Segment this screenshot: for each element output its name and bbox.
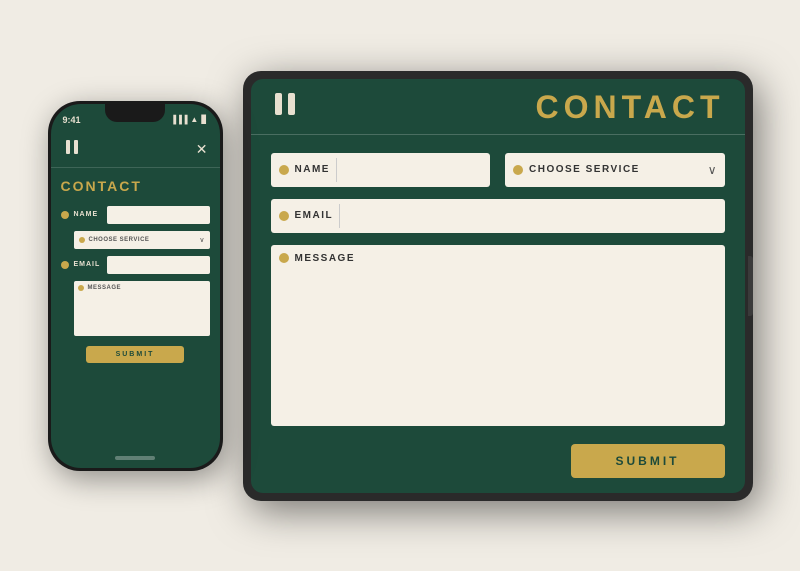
tablet-logo — [271, 90, 299, 132]
service-arrow-icon: ∨ — [199, 236, 204, 244]
phone-service-row[interactable]: CHOOSE SERVICE ∨ — [74, 231, 210, 249]
phone-service-label: CHOOSE SERVICE — [89, 237, 200, 243]
phone-message-field: MESSAGE — [74, 281, 210, 336]
phone-logo — [63, 138, 81, 161]
close-icon[interactable]: ✕ — [196, 141, 208, 158]
tablet-power-button — [748, 256, 753, 316]
tablet-message-field: MESSAGE — [271, 245, 725, 426]
phone-email-input[interactable] — [107, 256, 210, 274]
phone-device: 9:41 ▐▐▐ ▲ ▊ ✕ CONTACT — [48, 101, 223, 471]
phone-email-label: EMAIL — [74, 261, 102, 268]
tablet-name-dot — [279, 165, 289, 175]
message-dot — [78, 285, 84, 291]
phone-status-icons: ▐▐▐ ▲ ▊ — [170, 115, 207, 124]
service-dot — [79, 237, 85, 243]
phone-notch — [105, 104, 165, 122]
phone-name-label: NAME — [74, 211, 102, 218]
phone-name-input[interactable] — [107, 206, 210, 224]
name-dot — [61, 211, 69, 219]
tablet-page-title: CONTACT — [535, 89, 724, 134]
tablet-form: NAME CHOOSE SERVICE ∨ EMAIL — [251, 135, 745, 444]
tablet-email-label: EMAIL — [295, 210, 334, 221]
tablet-service-label: CHOOSE SERVICE — [529, 164, 702, 175]
phone-time: 9:41 — [63, 115, 81, 125]
tablet-device: CONTACT NAME CHOOSE SERVICE ∨ — [243, 71, 753, 501]
tablet-email-field: EMAIL — [271, 199, 725, 233]
email-dot — [61, 261, 69, 269]
tablet-message-dot — [279, 253, 289, 263]
battery-icon: ▊ — [201, 115, 207, 124]
service-dropdown-arrow-icon: ∨ — [708, 163, 717, 177]
phone-email-row: EMAIL — [61, 256, 210, 274]
phone-submit-row: SUBMIT — [61, 346, 210, 363]
phone-submit-button[interactable]: SUBMIT — [86, 346, 185, 363]
tablet-name-input[interactable] — [336, 158, 482, 182]
tablet-message-label: MESSAGE — [295, 253, 356, 264]
signal-icon: ▐▐▐ — [170, 115, 187, 124]
phone-content: CONTACT NAME CHOOSE SERVICE ∨ EMAIL — [51, 168, 220, 448]
phone-header: ✕ — [51, 132, 220, 168]
tablet-row-1: NAME CHOOSE SERVICE ∨ — [271, 153, 725, 187]
phone-page-title: CONTACT — [61, 178, 210, 194]
home-indicator — [115, 456, 155, 460]
tablet-header: CONTACT — [251, 79, 745, 135]
tablet-service-dot — [513, 165, 523, 175]
phone-message-label: MESSAGE — [88, 285, 122, 332]
wifi-icon: ▲ — [190, 115, 198, 124]
phone-bottom-bar — [51, 448, 220, 468]
phone-name-row: NAME — [61, 206, 210, 224]
tablet-email-dot — [279, 211, 289, 221]
tablet-bottom-row: SUBMIT — [251, 444, 745, 493]
tablet-email-row: EMAIL — [271, 199, 725, 233]
tablet-service-field[interactable]: CHOOSE SERVICE ∨ — [505, 153, 725, 187]
tablet-name-field: NAME — [271, 153, 491, 187]
tablet-email-input[interactable] — [339, 204, 716, 228]
tablet-submit-button[interactable]: SUBMIT — [571, 444, 725, 478]
tablet-name-label: NAME — [295, 164, 330, 175]
